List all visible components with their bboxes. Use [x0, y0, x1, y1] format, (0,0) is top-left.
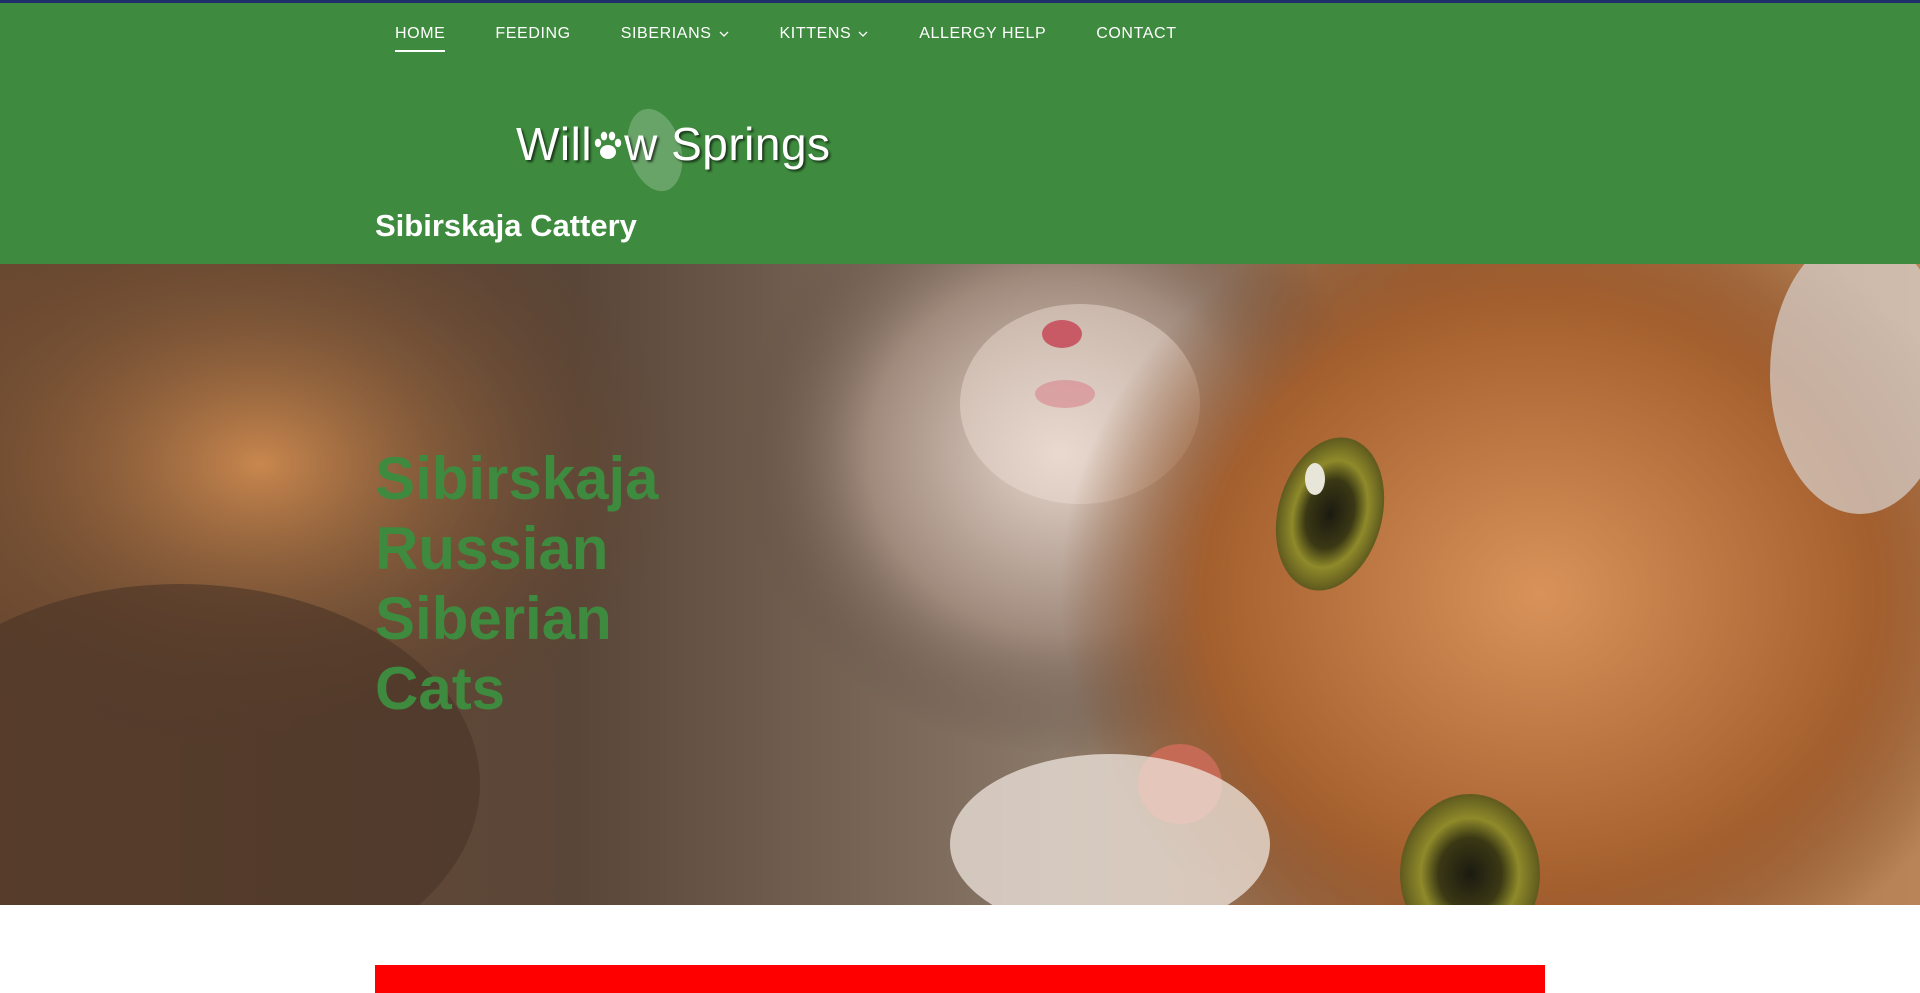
- site-tagline: Sibirskaja Cattery: [375, 208, 637, 243]
- nav-item-label: ALLERGY HELP: [919, 25, 1047, 42]
- hero-title: Sibirskaja Russian Siberian Cats: [375, 444, 659, 724]
- nav-item-allergy-help[interactable]: ALLERGY HELP: [919, 25, 1046, 43]
- nav-item-home[interactable]: HOME: [395, 25, 446, 52]
- content-section: [0, 905, 1920, 993]
- nav-item-contact[interactable]: CONTACT: [1096, 25, 1176, 43]
- chevron-down-icon: [858, 31, 868, 37]
- nav-item-label: HOME: [395, 25, 446, 42]
- nav-item-label: SIBERIANS: [620, 25, 712, 42]
- logo-text-end: w Springs: [624, 118, 831, 170]
- main-nav: HOME FEEDING SIBERIANS KITTENS ALLERGY H…: [375, 25, 1227, 52]
- hero-title-line: Siberian: [375, 585, 612, 652]
- site-header: HOME FEEDING SIBERIANS KITTENS ALLERGY H…: [0, 3, 1920, 264]
- nav-item-label: FEEDING: [495, 25, 571, 42]
- nav-item-feeding[interactable]: FEEDING: [495, 25, 570, 43]
- nav-item-label: KITTENS: [779, 25, 852, 42]
- chevron-down-icon: [719, 31, 728, 37]
- paw-icon: [594, 131, 622, 159]
- nav-item-kittens[interactable]: KITTENS: [780, 25, 870, 43]
- logo-text-start: Will: [516, 118, 593, 170]
- hero-banner: Sibirskaja Russian Siberian Cats: [0, 264, 1920, 905]
- site-logo[interactable]: Will w Springs: [516, 93, 830, 203]
- nav-item-siberians[interactable]: SIBERIANS: [621, 25, 730, 43]
- logo-wordmark: Will w Springs: [516, 117, 831, 171]
- hero-title-line: Russian: [375, 515, 609, 582]
- hero-title-line: Cats: [375, 655, 506, 722]
- hero-title-line: Sibirskaja: [375, 445, 659, 512]
- alert-banner: [375, 965, 1545, 993]
- nav-item-label: CONTACT: [1096, 25, 1177, 42]
- hero-cats-image: [0, 264, 1920, 905]
